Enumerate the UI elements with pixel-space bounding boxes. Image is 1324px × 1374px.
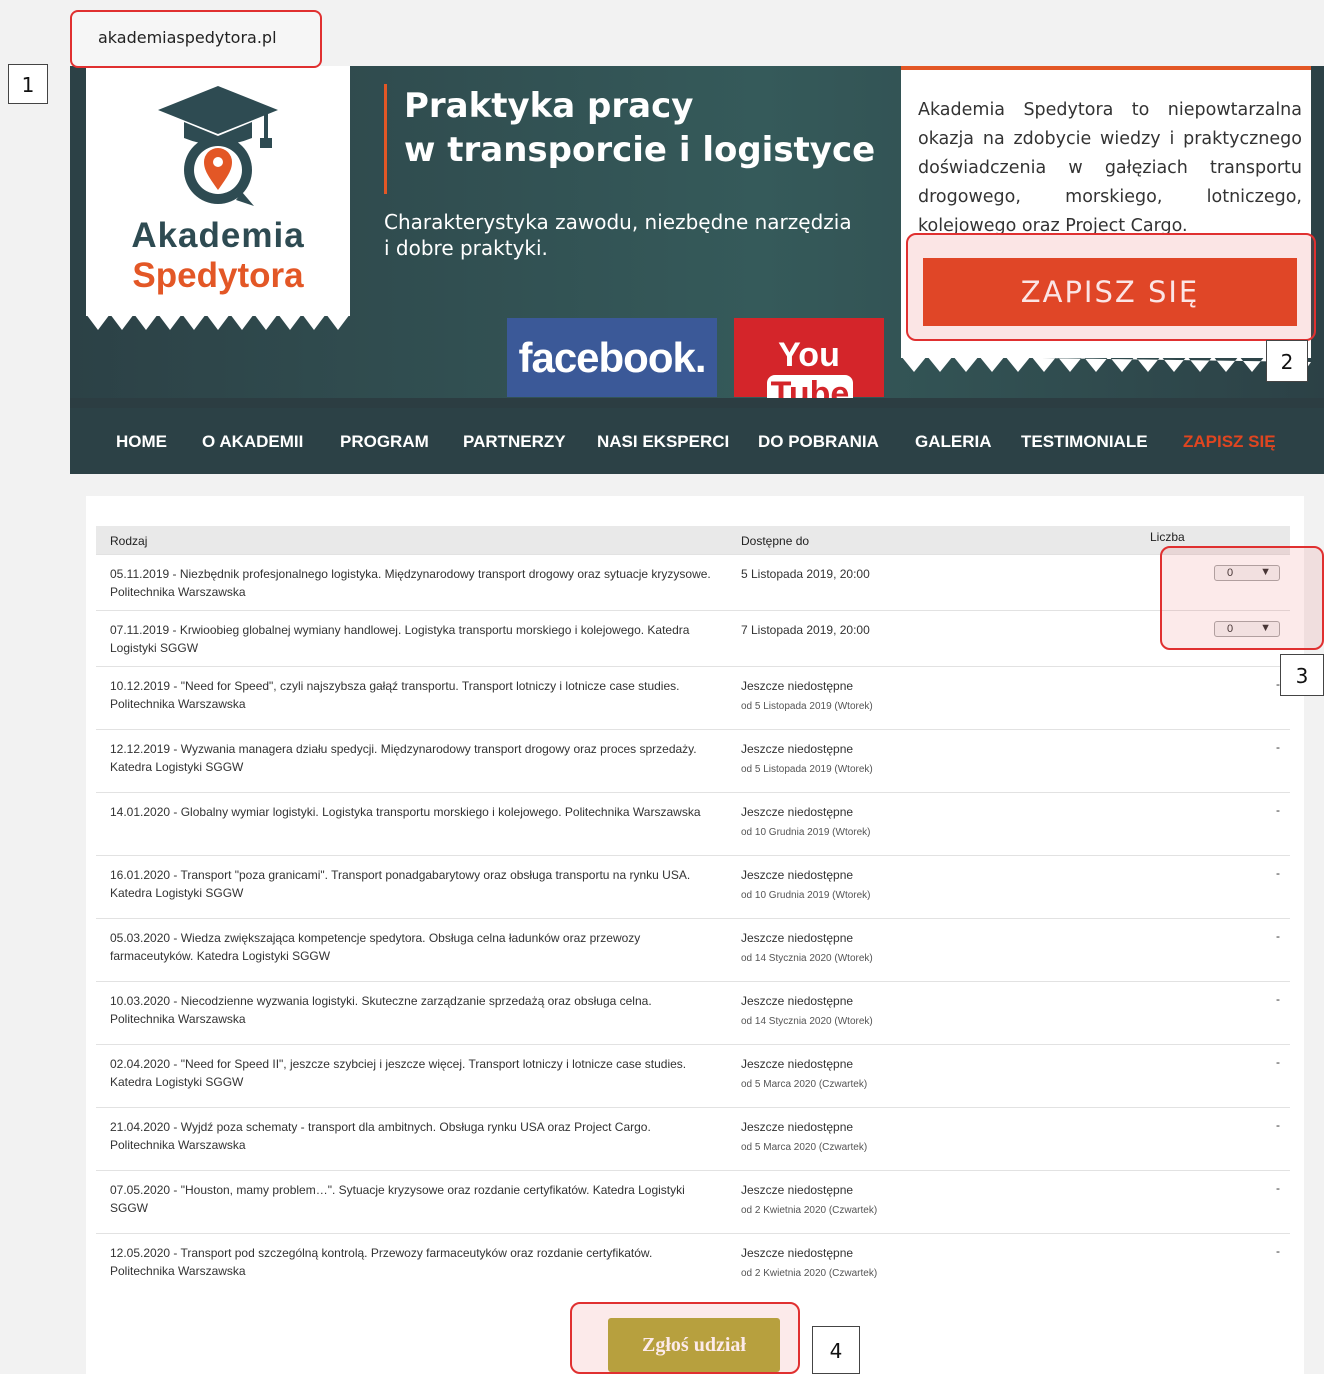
table-row: 12.05.2020 - Transport pod szczególną ko… (96, 1233, 1290, 1296)
table-row: 14.01.2020 - Globalny wymiar logistyki. … (96, 792, 1290, 855)
table-row: 12.12.2019 - Wyzwania managera działu sp… (96, 729, 1290, 792)
nav-galeria[interactable]: GALERIA (915, 432, 992, 452)
row-available: Jeszcze niedostępne (741, 1246, 854, 1260)
row-available: Jeszcze niedostępne (741, 1057, 854, 1071)
logo-text-spedytora: Spedytora (132, 256, 304, 295)
graduation-cap-pin-icon (158, 86, 278, 206)
row-type: 02.04.2020 - "Need for Speed II", jeszcz… (110, 1057, 687, 1089)
table-row: 10.03.2020 - Niecodzienne wyzwania logis… (96, 981, 1290, 1044)
hero-subtitle-line1: Charakterystyka zawodu, niezbędne narzęd… (384, 210, 852, 234)
row-quantity: - (1276, 1181, 1280, 1195)
nav-o-akademii[interactable]: O AKADEMII (202, 432, 303, 452)
row-available-from: od 2 Kwietnia 2020 (Czwartek) (741, 1205, 878, 1216)
row-available: Jeszcze niedostępne (741, 1183, 854, 1197)
row-type: 14.01.2020 - Globalny wymiar logistyki. … (110, 805, 701, 819)
callout-2: 2 (1266, 340, 1308, 382)
table-row: 21.04.2020 - Wyjdź poza schematy - trans… (96, 1107, 1290, 1170)
callout-1: 1 (8, 64, 48, 104)
row-quantity: - (1276, 1055, 1280, 1069)
row-type: 12.12.2019 - Wyzwania managera działu sp… (110, 742, 697, 774)
row-available: Jeszcze niedostępne (741, 1120, 854, 1134)
row-available-from: od 10 Grudnia 2019 (Wtorek) (741, 890, 871, 901)
row-quantity: - (1276, 1118, 1280, 1132)
row-available-from: od 5 Marca 2020 (Czwartek) (741, 1142, 868, 1153)
row-available-from: od 14 Stycznia 2020 (Wtorek) (741, 1016, 873, 1027)
row-available: Jeszcze niedostępne (741, 994, 854, 1008)
header-dostepne-do: Dostępne do (741, 534, 810, 548)
row-type: 05.03.2020 - Wiedza zwiększająca kompete… (110, 931, 641, 963)
callout-4: 4 (812, 1326, 860, 1374)
row-available: Jeszcze niedostępne (741, 868, 854, 882)
row-available-from: od 5 Listopada 2019 (Wtorek) (741, 701, 873, 712)
row-available: Jeszcze niedostępne (741, 931, 854, 945)
highlight-quantity (1160, 546, 1324, 650)
row-quantity: - (1276, 992, 1280, 1006)
highlight-submit (570, 1302, 800, 1374)
row-quantity: - (1276, 803, 1280, 817)
row-available: Jeszcze niedostępne (741, 679, 854, 693)
page: akademiaspedytora.pl 1 Akademia Spedytor… (0, 0, 1324, 1374)
row-type: 10.12.2019 - "Need for Speed", czyli naj… (110, 679, 680, 711)
table-row: 07.05.2020 - "Houston, mamy problem…". S… (96, 1170, 1290, 1233)
hero-title-line1: Praktyka pracy (404, 86, 694, 126)
header-liczba: Liczba (1150, 530, 1185, 544)
nav-nasi-eksperci[interactable]: NASI EKSPERCI (597, 432, 729, 452)
header-rodzaj: Rodzaj (110, 534, 148, 548)
row-quantity: - (1276, 1244, 1280, 1258)
info-description: Akademia Spedytora to niepowtarzalna oka… (918, 100, 1302, 236)
logo-card-zigzag (86, 314, 350, 330)
logo-card[interactable]: Akademia Spedytora (86, 66, 350, 330)
nav-zapisz-sie[interactable]: ZAPISZ SIĘ (1183, 432, 1276, 452)
hero-title-line2: w transporcie i logistyce (404, 130, 876, 170)
row-quantity: - (1276, 866, 1280, 880)
highlight-signup (906, 233, 1316, 341)
row-type: 07.05.2020 - "Houston, mamy problem…". S… (110, 1183, 685, 1215)
callout-3: 3 (1280, 654, 1324, 696)
table-row: 02.04.2020 - "Need for Speed II", jeszcz… (96, 1044, 1290, 1107)
nav-testimoniale[interactable]: TESTIMONIALE (1021, 432, 1148, 452)
info-card-zigzag (901, 356, 1311, 372)
row-type: 07.11.2019 - Krwioobieg globalnej wymian… (110, 623, 690, 655)
row-available-from: od 14 Stycznia 2020 (Wtorek) (741, 953, 873, 964)
hero-subtitle-line2: i dobre praktyki. (384, 236, 548, 260)
row-quantity: - (1276, 929, 1280, 943)
row-available: 7 Listopada 2019, 20:00 (741, 623, 870, 637)
facebook-button[interactable]: facebook. (507, 318, 717, 397)
youtube-you-text: You (778, 336, 840, 374)
nav-home[interactable]: HOME (116, 432, 167, 452)
table-row: 05.11.2019 - Niezbędnik profesjonalnego … (96, 554, 1290, 610)
row-available-from: od 5 Marca 2020 (Czwartek) (741, 1079, 868, 1090)
row-available-from: od 5 Listopada 2019 (Wtorek) (741, 764, 873, 775)
nav-partnerzy[interactable]: PARTNERZY (463, 432, 566, 452)
table-row: 07.11.2019 - Krwioobieg globalnej wymian… (96, 610, 1290, 666)
row-type: 16.01.2020 - Transport "poza granicami".… (110, 868, 691, 900)
logo-text-akademia: Akademia (131, 216, 305, 255)
row-type: 21.04.2020 - Wyjdź poza schematy - trans… (110, 1120, 651, 1152)
row-type: 05.11.2019 - Niezbędnik profesjonalnego … (110, 567, 711, 599)
row-quantity: - (1276, 740, 1280, 754)
row-type: 12.05.2020 - Transport pod szczególną ko… (110, 1246, 653, 1278)
table-row: 10.12.2019 - "Need for Speed", czyli naj… (96, 666, 1290, 729)
table-row: 16.01.2020 - Transport "poza granicami".… (96, 855, 1290, 918)
row-available: Jeszcze niedostępne (741, 805, 854, 819)
youtube-button[interactable]: YouTube (734, 318, 884, 408)
registration-panel: Rodzaj Dostępne do Liczba 05.11.2019 - N… (86, 496, 1304, 1374)
row-type: 10.03.2020 - Niecodzienne wyzwania logis… (110, 994, 652, 1026)
nav-program[interactable]: PROGRAM (340, 432, 429, 452)
row-available-from: od 10 Grudnia 2019 (Wtorek) (741, 827, 871, 838)
row-available: 5 Listopada 2019, 20:00 (741, 567, 870, 581)
nav-do-pobrania[interactable]: DO POBRANIA (758, 432, 879, 452)
main-nav: HOME O AKADEMII PROGRAM PARTNERZY NASI E… (70, 408, 1324, 474)
row-available-from: od 2 Kwietnia 2020 (Czwartek) (741, 1268, 878, 1279)
title-divider (384, 84, 387, 194)
youtube-tube-text: Tube (766, 375, 854, 408)
table-row: 05.03.2020 - Wiedza zwiększająca kompete… (96, 918, 1290, 981)
table-header: Rodzaj Dostępne do Liczba (96, 526, 1290, 554)
row-available: Jeszcze niedostępne (741, 742, 854, 756)
browser-url-bar[interactable]: akademiaspedytora.pl (70, 10, 322, 68)
